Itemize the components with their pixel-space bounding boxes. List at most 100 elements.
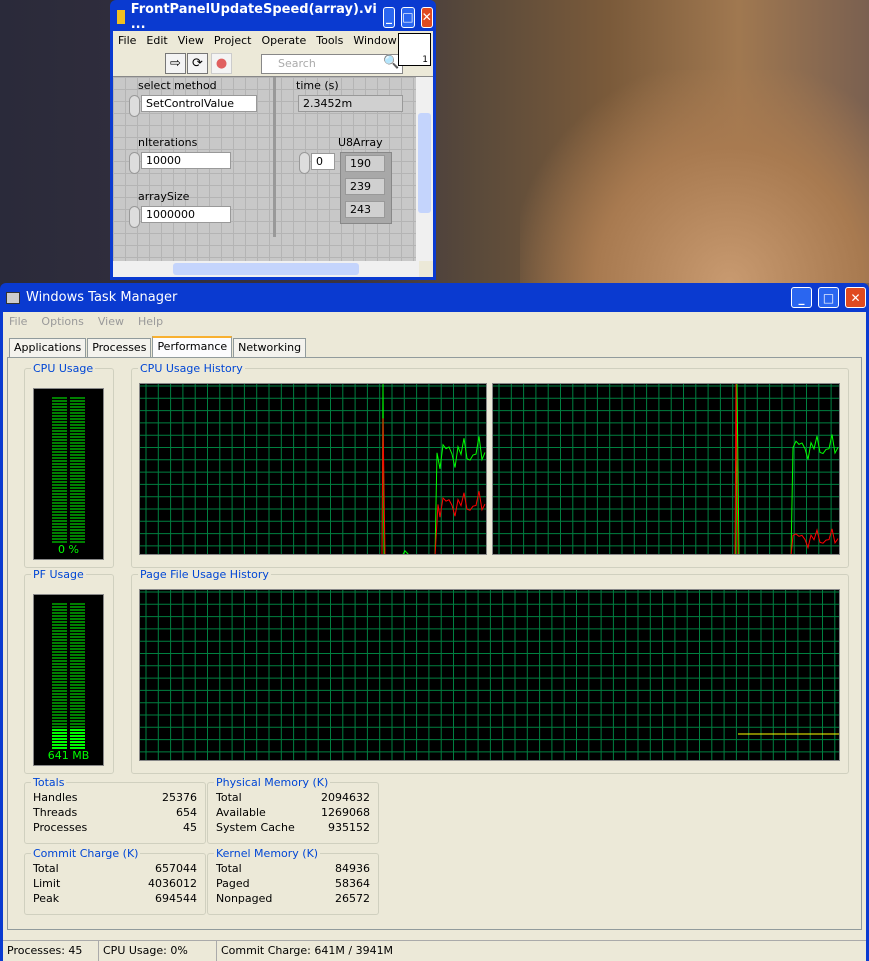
pf-history-graph <box>139 589 840 761</box>
totals-row: Handles 25376 <box>33 791 197 804</box>
meter-segment <box>52 430 67 432</box>
u8array-index-spinner[interactable] <box>299 152 310 174</box>
meter-segment <box>70 412 85 414</box>
vertical-scrollbar[interactable] <box>416 77 433 261</box>
meter-segment <box>70 612 85 614</box>
meter-segment <box>70 669 85 671</box>
niterations-field[interactable]: 10000 <box>141 152 231 169</box>
panel-splitter[interactable] <box>273 77 276 237</box>
commit-charge-group: Commit Charge (K) Total 657044 Limit 4036012… <box>24 847 206 915</box>
meter-segment <box>70 466 85 468</box>
meter-segment <box>70 744 85 746</box>
meter-segment <box>52 529 67 531</box>
meter-segment <box>52 624 67 626</box>
u8array-element: 190 <box>345 155 385 172</box>
labview-app-icon <box>117 10 125 24</box>
run-arrow-icon[interactable]: ⇨ <box>165 53 186 74</box>
arraysize-field[interactable]: 1000000 <box>141 206 231 223</box>
meter-segment <box>52 627 67 629</box>
meter-segment <box>52 648 67 650</box>
meter-segment <box>52 502 67 504</box>
front-panel: select method SetControlValue nIteration… <box>113 77 419 261</box>
meter-segment <box>70 738 85 740</box>
maximize-button[interactable]: □ <box>818 287 839 308</box>
pf-usage-group: PF Usage 641 MB <box>24 568 114 774</box>
vi-icon: 1 <box>398 33 431 66</box>
cpu-total-trace <box>381 384 486 554</box>
menu-help[interactable]: Help <box>138 315 163 329</box>
select-method-spinner[interactable] <box>129 95 140 117</box>
menu-view[interactable]: View <box>178 34 204 48</box>
menu-tools[interactable]: Tools <box>316 34 343 48</box>
meter-segment <box>52 424 67 426</box>
run-continuously-icon[interactable]: ⟳ <box>187 53 208 74</box>
meter-segment <box>52 466 67 468</box>
meter-segment <box>70 651 85 653</box>
meter-segment <box>70 678 85 680</box>
meter-segment <box>52 454 67 456</box>
menu-operate[interactable]: Operate <box>261 34 306 48</box>
meter-segment <box>52 409 67 411</box>
meter-segment <box>52 511 67 513</box>
minimize-button[interactable]: _ <box>791 287 812 308</box>
meter-segment <box>70 636 85 638</box>
meter-segment <box>52 457 67 459</box>
abort-icon[interactable]: ● <box>211 53 232 74</box>
performance-panel: CPU Usage 0 % CPU Usage History PF Usage… <box>7 357 862 930</box>
menu-view[interactable]: View <box>98 315 124 329</box>
meter-segment <box>70 529 85 531</box>
search-input[interactable]: Search <box>261 54 403 74</box>
minimize-button[interactable]: _ <box>382 6 396 28</box>
meter-segment <box>52 493 67 495</box>
tab-networking[interactable]: Networking <box>233 338 307 357</box>
menu-window[interactable]: Window <box>353 34 396 48</box>
meter-segment <box>52 642 67 644</box>
meter-segment <box>70 436 85 438</box>
meter-segment <box>52 678 67 680</box>
meter-segment <box>52 603 67 605</box>
tab-processes[interactable]: Processes <box>87 338 152 357</box>
meter-segment <box>70 633 85 635</box>
labview-titlebar[interactable]: FrontPanelUpdateSpeed(array).vi ... _ □ … <box>113 2 433 32</box>
tab-performance[interactable]: Performance <box>152 336 233 357</box>
select-method-field[interactable]: SetControlValue <box>141 95 257 112</box>
commit-group-label: Commit Charge (K) <box>31 847 141 860</box>
search-icon[interactable]: 🔍 <box>383 55 399 70</box>
kernel-row: Paged 58364 <box>216 877 370 890</box>
kernel-row: Nonpaged 26572 <box>216 892 370 905</box>
commit-row: Limit 4036012 <box>33 877 197 890</box>
pf-history-group: Page File Usage History <box>131 568 849 774</box>
meter-segment <box>70 463 85 465</box>
niterations-spinner[interactable] <box>129 152 140 174</box>
time-indicator: 2.3452m <box>298 95 403 112</box>
meter-segment <box>70 699 85 701</box>
meter-segment <box>70 627 85 629</box>
meter-segment <box>52 439 67 441</box>
arraysize-spinner[interactable] <box>129 206 140 228</box>
menu-edit[interactable]: Edit <box>146 34 167 48</box>
close-button[interactable]: ✕ <box>420 6 433 28</box>
stat-label: Total <box>216 791 242 804</box>
menu-file[interactable]: File <box>118 34 136 48</box>
meter-segment <box>52 645 67 647</box>
meter-segment <box>70 508 85 510</box>
stat-label: Nonpaged <box>216 892 273 905</box>
menu-file[interactable]: File <box>9 315 27 329</box>
maximize-button[interactable]: □ <box>401 6 415 28</box>
horizontal-scrollbar[interactable] <box>113 261 419 277</box>
status-processes: Processes: 45 <box>3 941 99 961</box>
close-button[interactable]: ✕ <box>845 287 866 308</box>
meter-segment <box>52 445 67 447</box>
tab-applications[interactable]: Applications <box>9 338 87 357</box>
meter-segment <box>70 517 85 519</box>
menu-options[interactable]: Options <box>41 315 83 329</box>
meter-segment <box>52 735 67 737</box>
meter-segment <box>70 630 85 632</box>
meter-segment <box>52 532 67 534</box>
meter-segment <box>52 490 67 492</box>
meter-segment <box>70 720 85 722</box>
task-manager-title: Windows Task Manager <box>26 290 178 305</box>
menu-project[interactable]: Project <box>214 34 252 48</box>
task-manager-titlebar[interactable]: Windows Task Manager _ □ ✕ <box>0 283 869 312</box>
u8array-index[interactable]: 0 <box>311 153 335 170</box>
